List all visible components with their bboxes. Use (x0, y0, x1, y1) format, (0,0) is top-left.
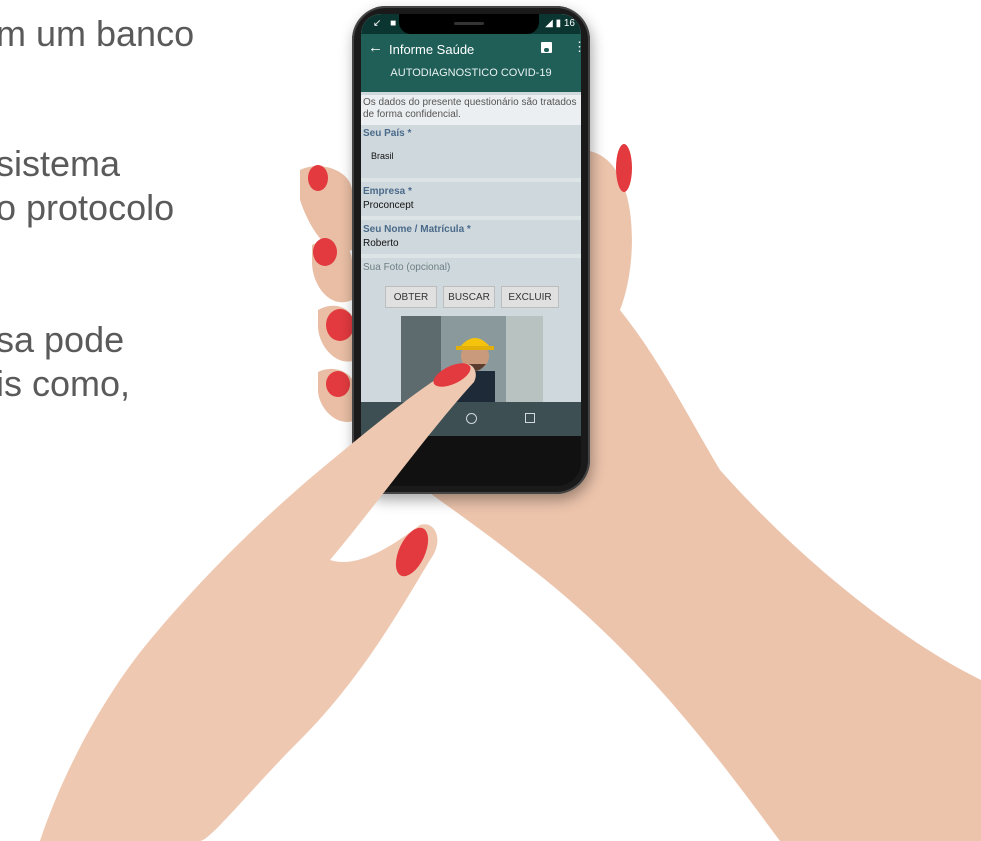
pointing-hand (40, 363, 476, 841)
